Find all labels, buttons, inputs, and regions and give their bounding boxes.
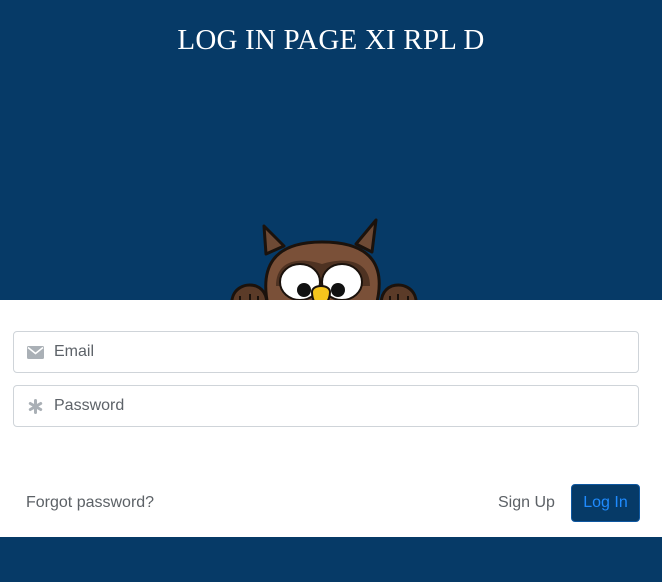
password-field[interactable]	[13, 385, 639, 427]
email-field[interactable]	[13, 331, 639, 373]
password-input[interactable]	[54, 386, 624, 426]
page-title: LOG IN PAGE XI RPL D	[177, 24, 485, 56]
email-input[interactable]	[54, 332, 624, 372]
asterisk-icon	[26, 386, 44, 426]
sign-up-link[interactable]: Sign Up	[498, 494, 555, 512]
login-button[interactable]: Log In	[571, 484, 640, 522]
forgot-password-link[interactable]: Forgot password?	[26, 494, 154, 512]
login-card: Forgot password? Sign Up Log In	[0, 300, 662, 537]
envelope-icon	[26, 332, 44, 372]
